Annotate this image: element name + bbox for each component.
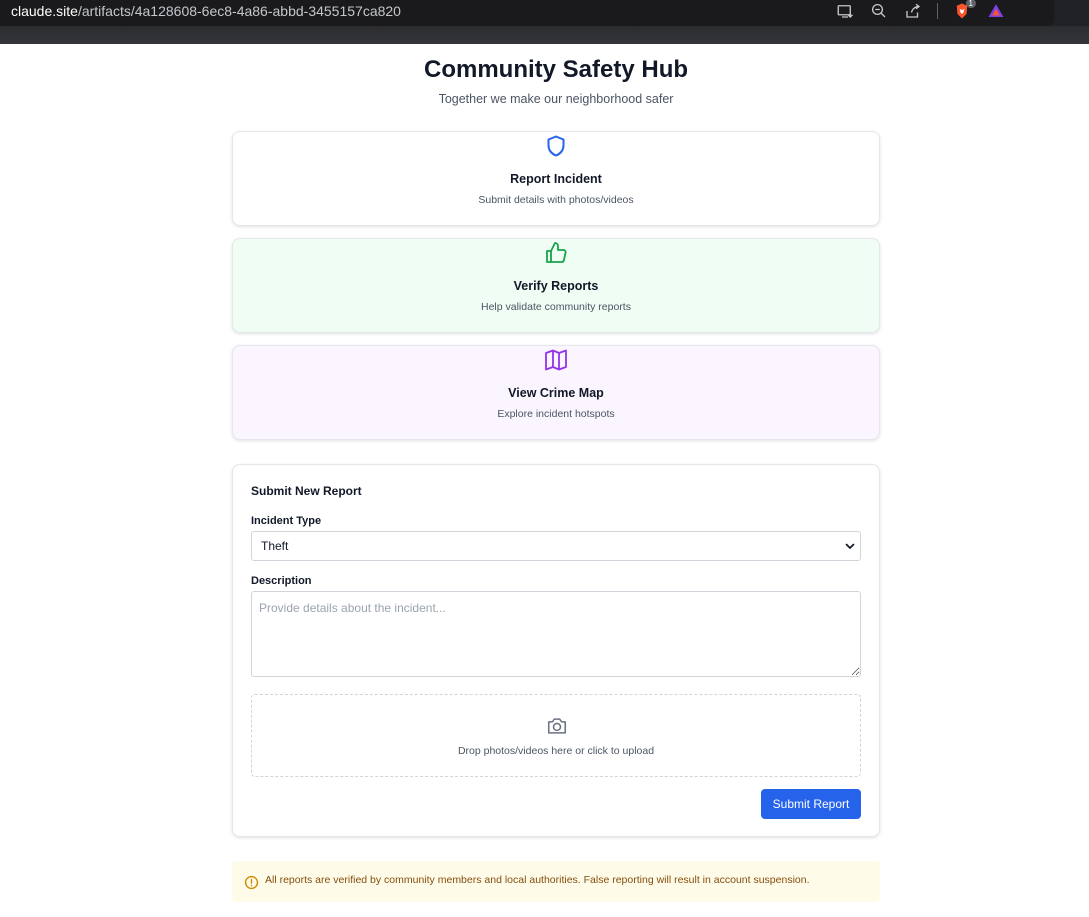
incident-type-label: Incident Type bbox=[251, 515, 322, 527]
incident-type-select[interactable]: Theft bbox=[251, 531, 861, 561]
page-content: Community Safety Hub Together we make ou… bbox=[0, 44, 1089, 917]
card-description: Help validate community reports bbox=[481, 301, 631, 313]
url-text[interactable]: claude.site/artifacts/4a128608-6ec8-4a86… bbox=[11, 3, 401, 19]
form-title: Submit New Report bbox=[251, 484, 362, 498]
install-app-icon[interactable] bbox=[835, 1, 855, 21]
verification-notice: All reports are verified by community me… bbox=[232, 861, 880, 902]
card-title: Verify Reports bbox=[513, 279, 599, 293]
page-title: Community Safety Hub bbox=[423, 56, 689, 83]
url-host: claude.site bbox=[11, 3, 78, 19]
report-incident-card[interactable]: Report Incident Submit details with phot… bbox=[232, 131, 880, 226]
brave-rewards-icon[interactable] bbox=[986, 1, 1006, 21]
address-bar[interactable]: claude.site/artifacts/4a128608-6ec8-4a86… bbox=[0, 0, 1054, 26]
card-title: Report Incident bbox=[510, 172, 602, 186]
media-upload-dropzone[interactable]: Drop photos/videos here or click to uplo… bbox=[251, 694, 861, 777]
card-title: View Crime Map bbox=[508, 386, 604, 400]
card-description: Explore incident hotspots bbox=[497, 408, 615, 420]
toolbar-divider bbox=[937, 3, 938, 19]
submit-report-button[interactable]: Submit Report bbox=[761, 789, 861, 819]
tab-strip bbox=[0, 26, 1089, 44]
description-label: Description bbox=[251, 575, 312, 587]
browser-chrome: claude.site/artifacts/4a128608-6ec8-4a86… bbox=[0, 0, 1089, 44]
chevron-down-icon bbox=[845, 543, 855, 549]
shields-count-badge: 1 bbox=[965, 0, 976, 8]
upload-instructions: Drop photos/videos here or click to uplo… bbox=[457, 745, 655, 757]
notice-text: All reports are verified by community me… bbox=[265, 874, 810, 886]
verify-reports-card[interactable]: Verify Reports Help validate community r… bbox=[232, 238, 880, 333]
brave-shields-icon[interactable]: 1 bbox=[952, 0, 976, 21]
alert-circle-icon bbox=[244, 875, 259, 890]
thumbs-up-icon bbox=[546, 242, 567, 263]
camera-icon bbox=[547, 718, 567, 734]
page-subtitle: Together we make our neighborhood safer bbox=[438, 92, 674, 106]
browser-toolbar-icons: 1 bbox=[835, 0, 1006, 21]
url-path: /artifacts/4a128608-6ec8-4a86-abbd-34551… bbox=[77, 3, 401, 19]
zoom-out-icon[interactable] bbox=[869, 1, 889, 21]
shield-icon bbox=[547, 135, 565, 157]
view-crime-map-card[interactable]: View Crime Map Explore incident hotspots bbox=[232, 345, 880, 440]
incident-type-value: Theft bbox=[261, 539, 289, 553]
map-icon bbox=[545, 349, 567, 371]
report-form: Submit New Report Incident Type Theft De… bbox=[232, 464, 880, 837]
description-textarea[interactable] bbox=[251, 591, 861, 677]
card-description: Submit details with photos/videos bbox=[478, 194, 634, 206]
share-icon[interactable] bbox=[903, 1, 923, 21]
